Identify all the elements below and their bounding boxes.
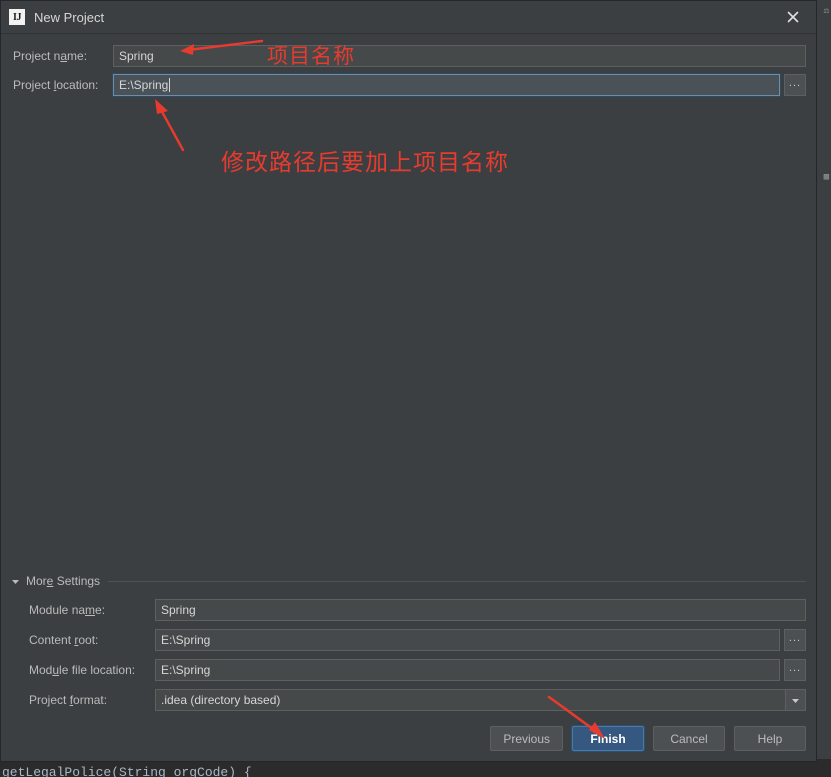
- module-name-value: Spring: [161, 603, 196, 617]
- new-project-dialog: IJ New Project Project name: Spring Proj…: [0, 0, 817, 762]
- dialog-button-bar: Previous Finish Cancel Help: [490, 726, 806, 751]
- project-location-label: Project location:: [13, 78, 99, 92]
- project-format-value: .idea (directory based): [161, 693, 281, 707]
- content-root-input[interactable]: E:\Spring: [155, 629, 780, 651]
- content-root-row: Content root: E:\Spring ...: [29, 629, 806, 651]
- more-settings-separator: [108, 580, 806, 582]
- dialog-title: New Project: [34, 9, 105, 25]
- project-name-row: Project name: Spring: [13, 45, 806, 67]
- content-root-label: Content root:: [29, 633, 99, 647]
- ide-strip-mark-top: ⚖: [823, 6, 829, 16]
- module-file-location-value: E:\Spring: [161, 663, 211, 677]
- ide-right-strip: ⚖ ▩: [816, 0, 831, 777]
- module-name-row: Module name: Spring: [29, 599, 806, 621]
- project-location-value: E:\Spring: [119, 78, 169, 92]
- project-name-input[interactable]: Spring: [113, 45, 806, 67]
- ide-strip-mark-mid: ▩: [823, 172, 829, 182]
- project-name-label: Project name:: [13, 49, 88, 63]
- project-location-input[interactable]: E:\Spring: [113, 74, 780, 96]
- project-format-label: Project format:: [29, 693, 108, 707]
- more-settings-toggle[interactable]: More Settings: [11, 574, 806, 588]
- triangle-down-icon: [11, 577, 20, 586]
- project-format-row: Project format: .idea (directory based): [29, 689, 806, 711]
- more-settings-label: More Settings: [26, 574, 101, 588]
- close-icon[interactable]: [770, 1, 816, 32]
- module-file-location-row: Module file location: E:\Spring ...: [29, 659, 806, 681]
- project-location-browse-button[interactable]: ...: [784, 74, 806, 96]
- chevron-down-icon[interactable]: [786, 689, 806, 711]
- content-root-browse-button[interactable]: ...: [784, 629, 806, 651]
- module-file-location-label: Module file location:: [29, 663, 136, 677]
- dialog-title-bar: IJ New Project: [1, 1, 816, 34]
- finish-button[interactable]: Finish: [572, 726, 644, 751]
- module-name-label: Module name:: [29, 603, 106, 617]
- cancel-button[interactable]: Cancel: [653, 726, 725, 751]
- intellij-idea-logo-icon: IJ: [9, 9, 25, 25]
- project-format-select[interactable]: .idea (directory based): [155, 689, 786, 711]
- module-name-input[interactable]: Spring: [155, 599, 806, 621]
- help-button[interactable]: Help: [734, 726, 806, 751]
- module-file-location-input[interactable]: E:\Spring: [155, 659, 780, 681]
- text-caret: [169, 78, 171, 92]
- previous-button[interactable]: Previous: [490, 726, 563, 751]
- dialog-body: Project name: Spring Project location: E…: [1, 34, 816, 761]
- module-file-location-browse-button[interactable]: ...: [784, 659, 806, 681]
- project-name-value: Spring: [119, 49, 154, 63]
- editor-code-text: getLegalPolice(String orgCode) {: [2, 765, 252, 777]
- project-location-row: Project location: E:\Spring ...: [13, 74, 806, 96]
- content-root-value: E:\Spring: [161, 633, 211, 647]
